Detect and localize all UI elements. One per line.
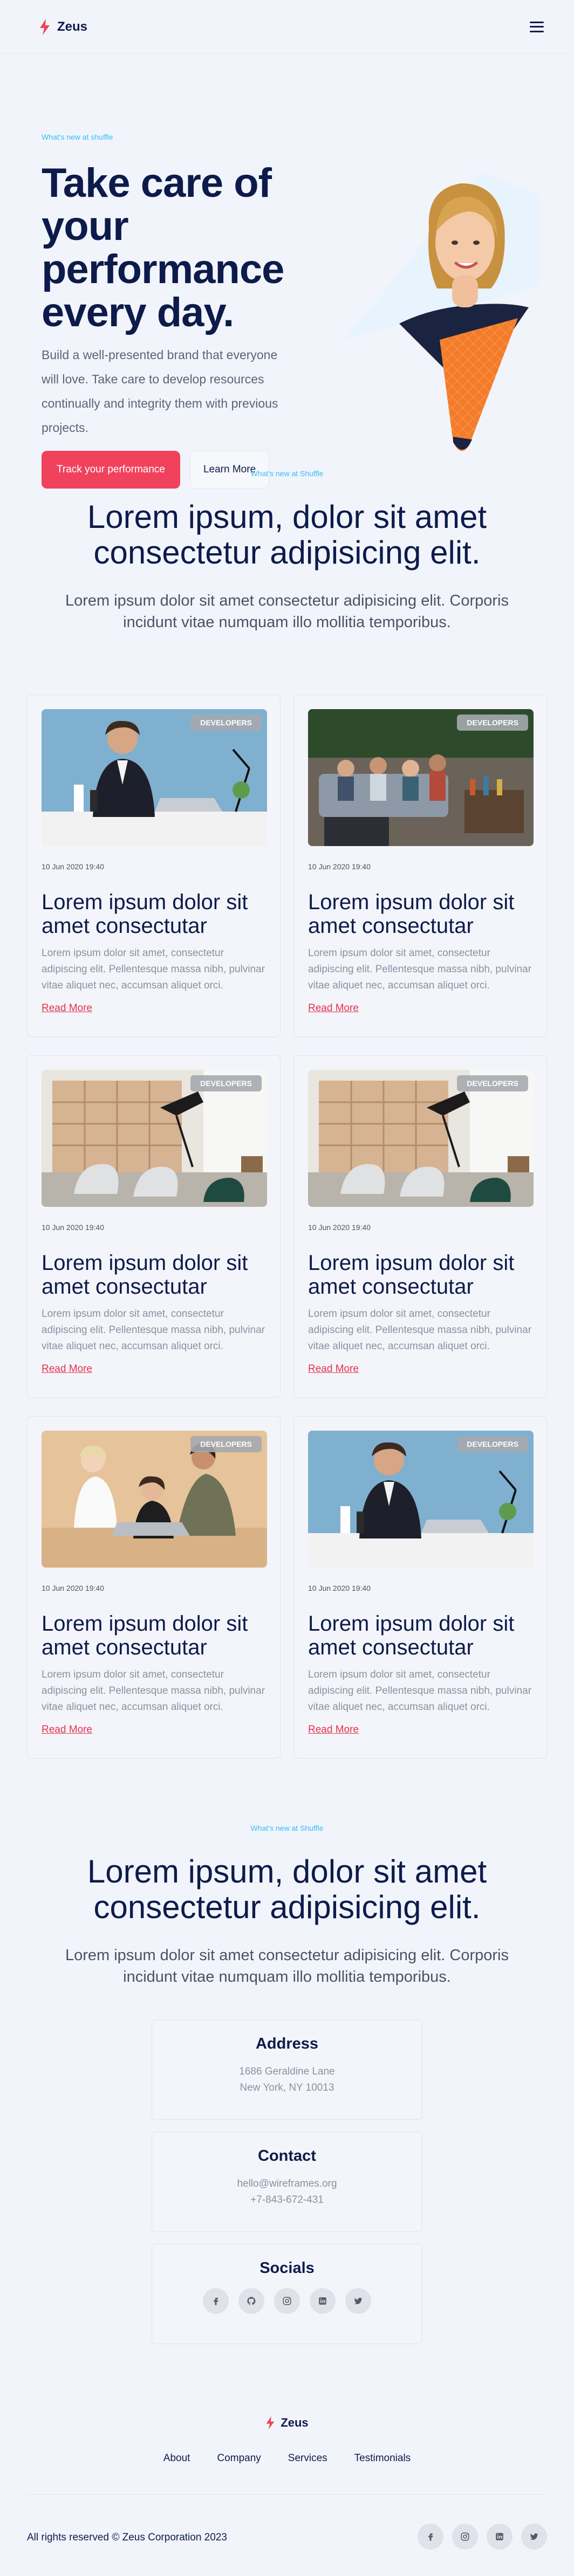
- address-box: Address 1686 Geraldine Lane New York, NY…: [152, 2019, 422, 2120]
- hero-eyebrow: What's new at shuffle: [42, 133, 113, 141]
- card-title: Lorem ipsum dolor sit amet consectutar: [42, 890, 248, 938]
- category-badge: DEVELOPERS: [190, 715, 262, 731]
- read-more-link[interactable]: Read More: [42, 1363, 92, 1375]
- address-line-2: New York, NY 10013: [240, 2082, 334, 2093]
- category-badge: DEVELOPERS: [190, 1436, 262, 1452]
- card-date: 10 Jun 2020 19:40: [308, 862, 371, 871]
- read-more-link[interactable]: Read More: [42, 1002, 92, 1014]
- card-image: DEVELOPERS: [308, 709, 534, 846]
- socials-box: Socials: [152, 2244, 422, 2344]
- card-title: Lorem ipsum dolor sit amet consectutar: [42, 1251, 248, 1299]
- linkedin-icon[interactable]: [487, 2524, 512, 2550]
- instagram-icon[interactable]: [452, 2524, 478, 2550]
- blog-eyebrow: What's new at Shuffle: [250, 469, 324, 478]
- category-badge: DEVELOPERS: [457, 1436, 528, 1452]
- card-title: Lorem ipsum dolor sit amet consectutar: [308, 890, 515, 938]
- contact-phone[interactable]: +7-843-672-431: [152, 2192, 422, 2208]
- card-excerpt: Lorem ipsum dolor sit amet, consectetur …: [42, 1308, 265, 1352]
- contact-boxes: Address 1686 Geraldine Lane New York, NY…: [152, 2019, 422, 2356]
- contact-box: Contact hello@wireframes.org +7-843-672-…: [152, 2132, 422, 2232]
- footer-link-about[interactable]: About: [163, 2453, 190, 2464]
- top-nav: Zeus: [0, 0, 574, 54]
- blog-card: DEVELOPERS 10 Jun 2020 19:40 Lorem ipsum…: [293, 1055, 547, 1398]
- blog-section-header: What's new at Shuffle Lorem ipsum, dolor…: [0, 469, 574, 633]
- card-title: Lorem ipsum dolor sit amet consectutar: [308, 1612, 515, 1659]
- hero-illustration: [345, 173, 539, 451]
- linkedin-icon[interactable]: [310, 2288, 336, 2314]
- socials-title: Socials: [259, 2259, 315, 2277]
- footer-divider: [27, 2494, 547, 2495]
- footer-link-testimonials[interactable]: Testimonials: [354, 2453, 411, 2464]
- twitter-icon[interactable]: [345, 2288, 371, 2314]
- card-image: DEVELOPERS: [308, 1070, 534, 1207]
- card-excerpt: Lorem ipsum dolor sit amet, consectetur …: [308, 947, 532, 991]
- category-badge: DEVELOPERS: [457, 715, 528, 731]
- contact-description: Lorem ipsum dolor sit amet consectetur a…: [65, 1947, 509, 1986]
- facebook-icon[interactable]: [418, 2524, 443, 2550]
- footer-link-company[interactable]: Company: [217, 2453, 261, 2464]
- read-more-link[interactable]: Read More: [308, 1363, 359, 1375]
- blog-card: DEVELOPERS 10 Jun 2020 19:40 Lorem ipsum…: [293, 1416, 547, 1758]
- bolt-icon: [266, 2416, 275, 2430]
- footer-link-services[interactable]: Services: [288, 2453, 327, 2464]
- github-icon[interactable]: [238, 2288, 264, 2314]
- contact-eyebrow: What's new at Shuffle: [250, 1824, 324, 1832]
- read-more-link[interactable]: Read More: [42, 1724, 92, 1736]
- blog-grid: DEVELOPERS 10 Jun 2020 19:40 Lorem ipsum…: [27, 695, 547, 1758]
- page: Zeus What's new at shuffle Take care of …: [0, 0, 574, 2576]
- card-image: DEVELOPERS: [42, 709, 267, 846]
- blog-card: DEVELOPERS 10 Jun 2020 19:40 Lorem ipsum…: [27, 1055, 281, 1398]
- card-title: Lorem ipsum dolor sit amet consectutar: [42, 1612, 248, 1659]
- address-title: Address: [255, 2035, 319, 2052]
- hero-title: Take care of your performance every day.: [42, 160, 284, 335]
- copyright-text: All rights reserved © Zeus Corporation 2…: [27, 2532, 227, 2543]
- footer-brand[interactable]: Zeus: [0, 2416, 574, 2430]
- card-excerpt: Lorem ipsum dolor sit amet, consectetur …: [308, 1669, 532, 1713]
- blog-card: DEVELOPERS 10 Jun 2020 19:40 Lorem ipsum…: [27, 695, 281, 1037]
- category-badge: DEVELOPERS: [457, 1075, 528, 1091]
- blog-card: DEVELOPERS 10 Jun 2020 19:40 Lorem ipsum…: [27, 1416, 281, 1758]
- card-image: DEVELOPERS: [42, 1070, 267, 1207]
- card-excerpt: Lorem ipsum dolor sit amet, consectetur …: [42, 947, 265, 991]
- twitter-icon[interactable]: [521, 2524, 547, 2550]
- contact-section-header: What's new at Shuffle Lorem ipsum, dolor…: [0, 1824, 574, 1988]
- hero-description: Build a well-presented brand that everyo…: [42, 348, 278, 435]
- card-excerpt: Lorem ipsum dolor sit amet, consectetur …: [308, 1308, 532, 1352]
- read-more-link[interactable]: Read More: [308, 1002, 359, 1014]
- footer-nav: About Company Services Testimonials: [0, 2453, 574, 2464]
- hamburger-icon[interactable]: [530, 21, 544, 32]
- category-badge: DEVELOPERS: [190, 1075, 262, 1091]
- contact-title: Lorem ipsum, dolor sit amet consectetur …: [87, 1853, 487, 1925]
- contact-box-title: Contact: [258, 2147, 316, 2165]
- brand-name: Zeus: [57, 19, 88, 34]
- card-image: DEVELOPERS: [42, 1431, 267, 1568]
- blog-description: Lorem ipsum dolor sit amet consectetur a…: [65, 592, 509, 631]
- hero-section: What's new at shuffle Take care of your …: [0, 54, 574, 489]
- contact-email[interactable]: hello@wireframes.org: [152, 2176, 422, 2192]
- footer-social-icons: [418, 2524, 547, 2550]
- address-line-1: 1686 Geraldine Lane: [239, 2066, 335, 2077]
- bolt-icon: [40, 18, 50, 35]
- card-date: 10 Jun 2020 19:40: [42, 1223, 104, 1232]
- blog-card: DEVELOPERS 10 Jun 2020 19:40 Lorem ipsum…: [293, 695, 547, 1037]
- card-date: 10 Jun 2020 19:40: [42, 1584, 104, 1592]
- blog-title: Lorem ipsum, dolor sit amet consectetur …: [87, 499, 487, 571]
- card-date: 10 Jun 2020 19:40: [308, 1584, 371, 1592]
- facebook-icon[interactable]: [203, 2288, 229, 2314]
- footer-brand-name: Zeus: [281, 2416, 309, 2429]
- card-excerpt: Lorem ipsum dolor sit amet, consectetur …: [42, 1669, 265, 1713]
- card-title: Lorem ipsum dolor sit amet consectutar: [308, 1251, 515, 1299]
- socials-icons: [152, 2288, 422, 2314]
- card-image: DEVELOPERS: [308, 1431, 534, 1568]
- card-date: 10 Jun 2020 19:40: [42, 862, 104, 871]
- instagram-icon[interactable]: [274, 2288, 300, 2314]
- brand-logo[interactable]: Zeus: [39, 18, 88, 35]
- card-date: 10 Jun 2020 19:40: [308, 1223, 371, 1232]
- read-more-link[interactable]: Read More: [308, 1724, 359, 1736]
